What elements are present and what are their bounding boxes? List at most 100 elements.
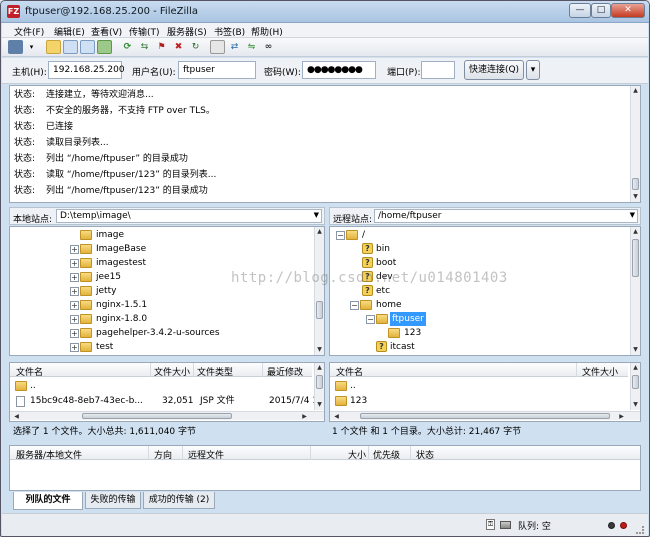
resize-grip-icon[interactable] xyxy=(636,526,644,534)
column-header-size[interactable]: 大小 xyxy=(348,448,366,461)
disconnect-icon[interactable]: ✖ xyxy=(171,40,186,54)
close-button[interactable]: ✕ xyxy=(611,3,645,18)
column-separator[interactable] xyxy=(148,446,149,460)
compare-directories-icon[interactable]: ⇄ xyxy=(227,40,242,54)
menu-edit[interactable]: 编辑(E) xyxy=(54,25,85,38)
collapse-icon[interactable]: − xyxy=(350,301,359,310)
remote-list-hscrollbar[interactable]: ◀ ▶ xyxy=(330,411,640,420)
remote-list-hscroll-thumb[interactable] xyxy=(360,413,610,419)
menu-transfer[interactable]: 传输(T) xyxy=(129,25,160,38)
menu-file[interactable]: 文件(F) xyxy=(14,25,44,38)
column-header-status[interactable]: 状态 xyxy=(416,448,434,461)
scroll-left-icon[interactable]: ◀ xyxy=(332,412,341,421)
username-input[interactable]: ftpuser xyxy=(178,61,256,79)
list-item[interactable]: .. xyxy=(330,379,628,393)
column-header-filename[interactable]: 文件名 xyxy=(336,365,363,378)
expand-icon[interactable]: + xyxy=(70,343,79,352)
toggle-queue-icon[interactable] xyxy=(97,40,112,54)
scroll-up-icon[interactable]: ▲ xyxy=(631,363,640,372)
local-tree-scroll-thumb[interactable] xyxy=(316,301,323,319)
scroll-left-icon[interactable]: ◀ xyxy=(12,412,21,421)
scroll-right-icon[interactable]: ▶ xyxy=(617,412,626,421)
remote-path-combobox[interactable]: /home/ftpuser ▼ xyxy=(374,209,638,223)
scroll-up-icon[interactable]: ▲ xyxy=(315,227,324,236)
minimize-button[interactable]: — xyxy=(569,3,591,18)
local-list-hscroll-thumb[interactable] xyxy=(82,413,232,419)
local-list-scroll-thumb[interactable] xyxy=(316,375,323,389)
column-header-direction[interactable]: 方向 xyxy=(154,448,172,461)
scroll-down-icon[interactable]: ▼ xyxy=(631,400,640,409)
chevron-down-icon[interactable]: ▼ xyxy=(314,211,319,219)
list-item[interactable]: .. xyxy=(10,379,312,393)
remote-tree-scrollbar[interactable]: ▲ ▼ xyxy=(630,227,640,355)
column-header-filesize[interactable]: 文件大小 xyxy=(582,365,618,378)
collapse-icon[interactable]: − xyxy=(336,231,345,240)
column-header-filetype[interactable]: 文件类型 xyxy=(197,365,233,378)
column-separator[interactable] xyxy=(310,446,311,460)
sync-browsing-icon[interactable]: ⇋ xyxy=(244,40,259,54)
search-remote-icon[interactable]: ∞ xyxy=(261,40,276,54)
local-path-combobox[interactable]: D:\temp\image\ ▼ xyxy=(56,209,322,223)
site-manager-icon[interactable] xyxy=(8,40,23,54)
process-queue-icon[interactable]: ⇆ xyxy=(137,40,152,54)
list-item[interactable]: 123 xyxy=(330,394,628,408)
column-separator[interactable] xyxy=(262,363,263,377)
scroll-up-icon[interactable]: ▲ xyxy=(631,227,640,236)
scroll-down-icon[interactable]: ▼ xyxy=(631,345,640,354)
collapse-icon[interactable]: − xyxy=(366,315,375,324)
toggle-log-icon[interactable] xyxy=(46,40,61,54)
list-item[interactable]: 15bc9c48-8eb7-43ec-b... 32,051 JSP 文件 20… xyxy=(10,394,318,408)
column-header-server-local-file[interactable]: 服务器/本地文件 xyxy=(16,448,82,461)
quickconnect-button[interactable]: 快速连接(Q) xyxy=(464,60,524,80)
column-separator[interactable] xyxy=(368,446,369,460)
scroll-right-icon[interactable]: ▶ xyxy=(300,412,309,421)
column-separator[interactable] xyxy=(193,363,194,377)
host-input[interactable]: 192.168.25.200 xyxy=(48,61,125,79)
expand-icon[interactable]: + xyxy=(70,245,79,254)
tab-queued-files[interactable]: 列队的文件 xyxy=(13,492,83,510)
menu-server[interactable]: 服务器(S) xyxy=(167,25,207,38)
quickconnect-history-dropdown[interactable]: ▾ xyxy=(526,60,540,80)
tab-failed-transfers[interactable]: 失败的传输 xyxy=(85,492,141,509)
port-input[interactable] xyxy=(421,61,455,79)
remote-tree-scroll-thumb[interactable] xyxy=(632,239,639,277)
scroll-down-icon[interactable]: ▼ xyxy=(315,345,324,354)
tab-successful-transfers[interactable]: 成功的传输 (2) xyxy=(143,492,215,509)
menu-view[interactable]: 查看(V) xyxy=(91,25,122,38)
local-tree-scrollbar[interactable]: ▲ ▼ xyxy=(314,227,324,355)
expand-icon[interactable]: + xyxy=(70,329,79,338)
site-manager-dropdown-icon[interactable]: ▾ xyxy=(24,40,39,54)
column-header-remote-file[interactable]: 远程文件 xyxy=(188,448,224,461)
toggle-local-tree-icon[interactable] xyxy=(63,40,78,54)
menu-bookmarks[interactable]: 书签(B) xyxy=(214,25,245,38)
scroll-up-icon[interactable]: ▲ xyxy=(631,86,640,95)
column-header-modified[interactable]: 最近修改 xyxy=(267,365,303,378)
scroll-down-icon[interactable]: ▼ xyxy=(631,192,640,201)
expand-icon[interactable]: + xyxy=(70,315,79,324)
column-separator[interactable] xyxy=(150,363,151,377)
column-header-filename[interactable]: 文件名 xyxy=(16,365,43,378)
local-list-scrollbar[interactable]: ▲ ▼ xyxy=(314,363,324,410)
column-separator[interactable] xyxy=(182,446,183,460)
scroll-up-icon[interactable]: ▲ xyxy=(315,363,324,372)
refresh-icon[interactable]: ⟳ xyxy=(120,40,135,54)
log-scrollbar[interactable]: ▲ ▼ xyxy=(630,86,640,202)
scroll-down-icon[interactable]: ▼ xyxy=(315,400,324,409)
remote-list-scroll-thumb[interactable] xyxy=(632,375,639,389)
column-separator[interactable] xyxy=(576,363,577,377)
expand-icon[interactable]: + xyxy=(70,301,79,310)
expand-icon[interactable]: + xyxy=(70,259,79,268)
remote-list-scrollbar[interactable]: ▲ ▼ xyxy=(630,363,640,410)
directory-listing-filters-icon[interactable] xyxy=(210,40,225,54)
expand-icon[interactable]: + xyxy=(70,287,79,296)
maximize-button[interactable]: □ xyxy=(591,3,611,18)
column-separator[interactable] xyxy=(410,446,411,460)
menu-help[interactable]: 帮助(H) xyxy=(251,25,283,38)
reconnect-icon[interactable]: ↻ xyxy=(188,40,203,54)
local-list-hscrollbar[interactable]: ◀ ▶ xyxy=(10,411,324,420)
toggle-remote-tree-icon[interactable] xyxy=(80,40,95,54)
column-header-filesize[interactable]: 文件大小 xyxy=(154,365,190,378)
cancel-operation-icon[interactable]: ⚑ xyxy=(154,40,169,54)
expand-icon[interactable]: + xyxy=(70,273,79,282)
log-scroll-thumb[interactable] xyxy=(632,178,639,190)
